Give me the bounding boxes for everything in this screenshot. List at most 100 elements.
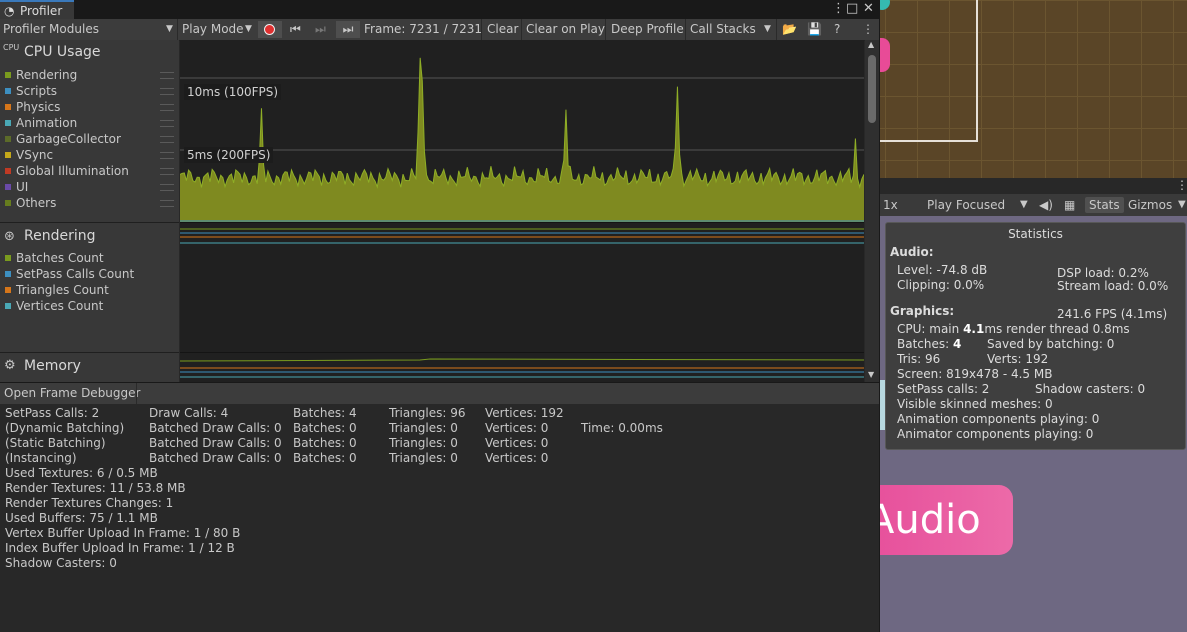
save-icon[interactable]: 💾 [807, 21, 822, 38]
scrollbar-thumb[interactable] [868, 55, 876, 123]
rendering-legend-item[interactable]: Triangles Count [5, 282, 109, 298]
stats-dsp-load: DSP load: 0.2% [1057, 266, 1149, 280]
audio-mute-icon[interactable]: ◀) [1039, 197, 1053, 213]
rendering-legend-item[interactable]: Batches Count [5, 250, 104, 266]
scroll-up-icon[interactable]: ▲ [868, 40, 874, 49]
detail-cell: (Dynamic Batching) [5, 421, 125, 435]
rendering-chart[interactable] [180, 223, 864, 353]
profiler-window: ⋮ □ ✕ ◔ Profiler Profiler Modules ▼ Play… [0, 0, 880, 632]
detail-line: Vertex Buffer Upload In Frame: 1 / 80 B [5, 526, 241, 540]
call-stacks-button[interactable]: Call Stacks [690, 21, 756, 38]
more-options-icon[interactable]: ⋮ [862, 21, 874, 38]
rendering-title[interactable]: Rendering [24, 228, 96, 244]
clear-button[interactable]: Clear [487, 21, 518, 38]
cpu-legend-item[interactable]: Scripts [5, 83, 57, 99]
current-frame-icon[interactable]: ⏭ [336, 21, 360, 38]
clear-on-play-button[interactable]: Clear on Play [526, 21, 605, 38]
cpu-icon: CPU [3, 43, 20, 52]
divider [521, 19, 522, 40]
drag-handle-icon[interactable] [160, 104, 174, 111]
detail-line: Used Textures: 6 / 0.5 MB [5, 466, 158, 480]
play-focused-dropdown[interactable]: Play Focused [927, 197, 1005, 213]
deep-profile-button[interactable]: Deep Profile [611, 21, 684, 38]
divider [481, 19, 482, 40]
legend-swatch [5, 120, 11, 126]
detail-line: Render Textures Changes: 1 [5, 496, 174, 510]
stats-toggle[interactable]: Stats [1085, 197, 1124, 213]
profiler-modules-dropdown[interactable]: Profiler Modules [3, 21, 99, 38]
cpu-legend-item[interactable]: Rendering [5, 67, 77, 83]
cpu-legend-item[interactable]: Animation [5, 115, 77, 131]
drag-handle-icon[interactable] [160, 120, 174, 127]
stats-batches: Batches: 4 [897, 337, 962, 351]
stats-graphics-header: Graphics: [890, 304, 955, 318]
legend-swatch [5, 287, 11, 293]
dropdown-arrow-icon: ▼ [245, 24, 252, 34]
cpu-legend-item[interactable]: UI [5, 179, 28, 195]
scroll-down-icon[interactable]: ▼ [868, 370, 874, 379]
rendering-legend-item[interactable]: SetPass Calls Count [5, 266, 134, 282]
rendering-legend-item[interactable]: Vertices Count [5, 298, 103, 314]
divider [136, 383, 137, 404]
cpu-legend-item[interactable]: Others [5, 195, 56, 211]
maximize-icon[interactable]: □ [846, 1, 858, 16]
cpu-legend-item[interactable]: VSync [5, 147, 53, 163]
cpu-usage-chart[interactable] [180, 42, 864, 222]
more-options-icon[interactable]: ⋮ [832, 1, 845, 16]
dropdown-arrow-icon: ▼ [1178, 199, 1186, 210]
drag-handle-icon[interactable] [160, 200, 174, 207]
detail-cell: Batches: 4 [293, 406, 357, 420]
legend-label: Batches Count [16, 251, 104, 265]
drag-handle-icon[interactable] [160, 88, 174, 95]
graph-area[interactable]: 10ms (100FPS) 5ms (200FPS) [180, 40, 864, 382]
memory-title[interactable]: Memory [24, 358, 81, 374]
cpu-legend-item[interactable]: Global Illumination [5, 163, 129, 179]
next-frame-icon[interactable]: ⏭ [315, 21, 326, 38]
gizmos-dropdown[interactable]: Gizmos [1128, 197, 1172, 213]
tab-profiler[interactable]: ◔ Profiler [0, 0, 74, 20]
stats-tris: Tris: 96 [897, 352, 941, 366]
detail-cell: Triangles: 0 [389, 436, 458, 450]
game-toolbar: 1x Play Focused ▼ ◀) ▦ Stats Gizmos ▼ [880, 194, 1187, 217]
cpu-usage-title[interactable]: CPU Usage [24, 44, 101, 60]
detail-cell: SetPass Calls: 2 [5, 406, 100, 420]
divider [0, 352, 179, 353]
play-mode-dropdown[interactable]: Play Mode [182, 21, 244, 38]
detail-cell: Batches: 0 [293, 436, 357, 450]
stats-animation-components: Animation components playing: 0 [897, 412, 1100, 426]
open-frame-debugger-button[interactable]: Open Frame Debugger [4, 385, 140, 402]
legend-swatch [5, 200, 11, 206]
scene-view[interactable] [880, 0, 1187, 178]
cpu-legend-item[interactable]: Physics [5, 99, 60, 115]
memory-chart[interactable] [180, 353, 864, 382]
module-list: CPU CPU Usage Rendering Scripts Physics Ani… [0, 40, 179, 382]
scale-label[interactable]: 1x [883, 197, 898, 213]
series-others-line [180, 57, 864, 190]
legend-label: Rendering [16, 68, 78, 82]
label-10ms: 10ms (100FPS) [184, 84, 282, 100]
record-button[interactable] [258, 21, 282, 38]
memory-icon: ⚙ [4, 358, 16, 373]
dropdown-arrow-icon[interactable]: ▼ [764, 21, 771, 38]
legend-swatch [5, 255, 11, 261]
previous-frame-icon[interactable]: ⏮ [290, 21, 301, 38]
close-icon[interactable]: ✕ [863, 1, 874, 16]
keyboard-icon[interactable]: ▦ [1064, 197, 1075, 213]
drag-handle-icon[interactable] [160, 72, 174, 79]
cpu-legend-item[interactable]: GarbageCollector [5, 131, 121, 147]
detail-toolbar: Open Frame Debugger [0, 382, 879, 405]
legend-label: UI [16, 180, 29, 194]
drag-handle-icon[interactable] [160, 184, 174, 191]
scene-line [880, 140, 978, 142]
legend-swatch [5, 168, 11, 174]
legend-label: Vertices Count [16, 299, 104, 313]
help-icon[interactable]: ? [834, 21, 840, 38]
load-icon[interactable]: 📂 [782, 21, 797, 38]
drag-handle-icon[interactable] [160, 152, 174, 159]
drag-handle-icon[interactable] [160, 136, 174, 143]
record-icon [264, 24, 275, 35]
profiler-toolbar: Profiler Modules ▼ Play Mode ▼ ⏮ ⏭ ⏭ Fra… [0, 19, 879, 41]
more-options-icon[interactable]: ⋮ [1176, 178, 1187, 192]
label-5ms: 5ms (200FPS) [184, 147, 274, 163]
drag-handle-icon[interactable] [160, 168, 174, 175]
